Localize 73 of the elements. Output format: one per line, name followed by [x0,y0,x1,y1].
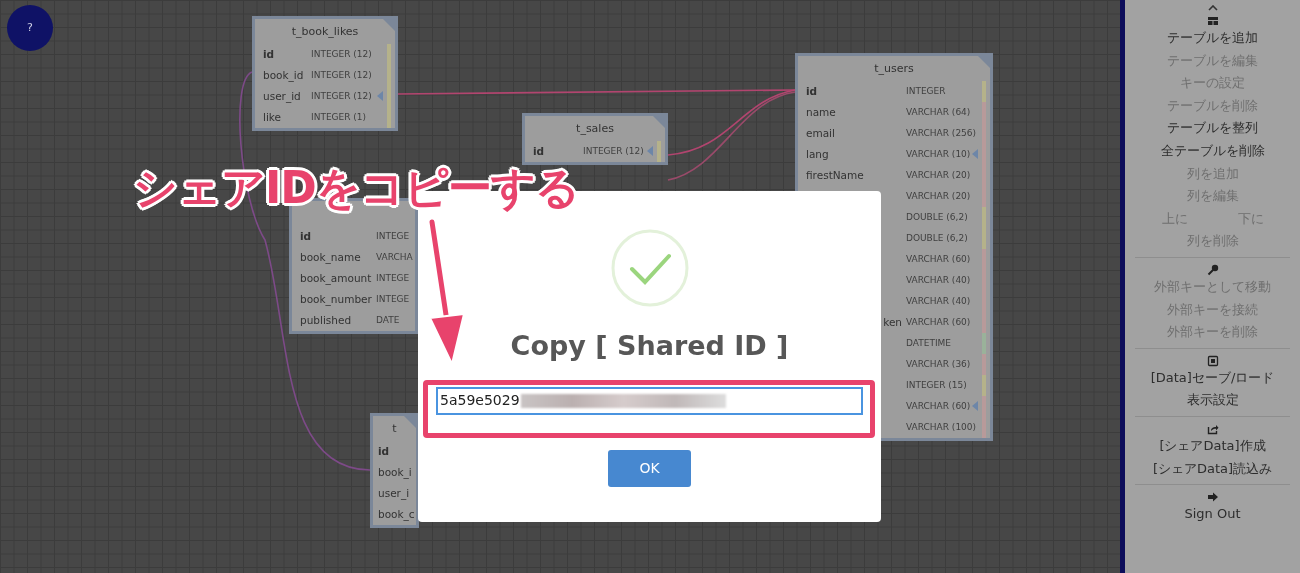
column-name: id [533,144,545,157]
column-type: INTEGER (1) [311,110,367,124]
save-icon [1206,354,1219,367]
column-type: VARCHAR (36) [906,357,971,371]
corner-mark [978,56,990,68]
shared-id-field[interactable]: 5a59e5029 [436,386,863,415]
column-type: VARCHAR (60) [906,399,971,413]
column-name: user_i [378,486,410,499]
menu-item[interactable]: [シェアData]作成 [1159,434,1266,458]
column-type: DOUBLE (6,2) [906,210,968,224]
column-name: book_amount [300,271,372,284]
column-type: VARCHAR (20) [906,168,971,182]
sign-out-icon [1206,491,1219,504]
column-name: id [300,229,312,242]
column-type: VARCHAR (10) [906,147,971,161]
table-title: t_book_likes [291,25,359,38]
column-type: INTEGE [376,271,410,285]
column-name: id [378,444,390,457]
menu-item[interactable]: [Data]セーブ/ロード [1150,366,1275,390]
column-name: firestName [806,168,864,181]
column-type: INTEGER (12) [311,89,372,103]
table-title: t [392,422,397,435]
column-type: VARCHAR (40) [906,273,971,287]
help-button[interactable]: ? [7,5,53,51]
corner-mark [653,116,665,128]
column-name: name [806,105,836,118]
column-name: book_number [300,292,372,305]
column-type: VARCHAR (60) [906,252,971,266]
column-name: id [806,84,818,97]
menu-item[interactable]: テーブルを追加 [1167,27,1258,50]
column-name: book_c [378,507,415,520]
menu-item[interactable]: テーブルを整列 [1167,117,1258,140]
column-name: published [300,313,352,326]
column-name: book_name [300,250,361,263]
table-title: t_sales [576,122,614,135]
column-name: like [263,110,281,123]
menu-item[interactable]: 表示設定 [1186,389,1239,412]
column-type: INTEGER (12) [311,68,372,82]
column-type: VARCHAR (20) [906,189,971,203]
collapse-chevron-icon[interactable] [1207,5,1218,11]
menu-item[interactable]: [シェアData]読込み [1152,457,1273,481]
column-type: VARCHAR (40) [906,294,971,308]
column-type: INTEGER (12) [311,47,372,61]
column-name: email [806,126,835,139]
column-type: INTEGER (12) [583,144,644,158]
column-type: VARCHAR (60) [906,315,971,329]
column-type: INTEGE [376,229,410,243]
column-name: id [263,47,275,60]
table-icon [1206,15,1219,27]
column-type: DOUBLE (6,2) [906,231,968,245]
column-name: user_id [263,89,301,102]
column-name: lang [806,147,829,160]
table-title: t_users [874,62,914,75]
menu-item[interactable]: 全テーブルを削除 [1160,139,1265,163]
corner-mark [383,19,395,31]
corner-mark [404,416,416,428]
column-type: DATETIME [906,336,952,350]
column-type: INTEGER (15) [906,378,967,392]
column-type: INTEGER [906,84,946,98]
dialog-title: Copy [ Shared ID ] [510,329,789,363]
column-type: VARCHAR (256) [906,126,977,140]
key-icon [1206,263,1219,276]
column-type: INTEGE [376,292,410,306]
column-name: book_i [378,465,412,478]
column-name: book_id [263,68,304,81]
column-type: DATE [376,313,400,327]
success-check-icon [609,228,690,308]
ok-button[interactable]: OK [608,449,691,487]
menu-item[interactable]: Sign Out [1184,503,1241,526]
column-type: VARCHA [376,250,413,264]
column-name: ken [883,315,902,328]
column-type: VARCHAR (64) [906,105,971,119]
column-type: VARCHAR (100) [906,420,977,434]
